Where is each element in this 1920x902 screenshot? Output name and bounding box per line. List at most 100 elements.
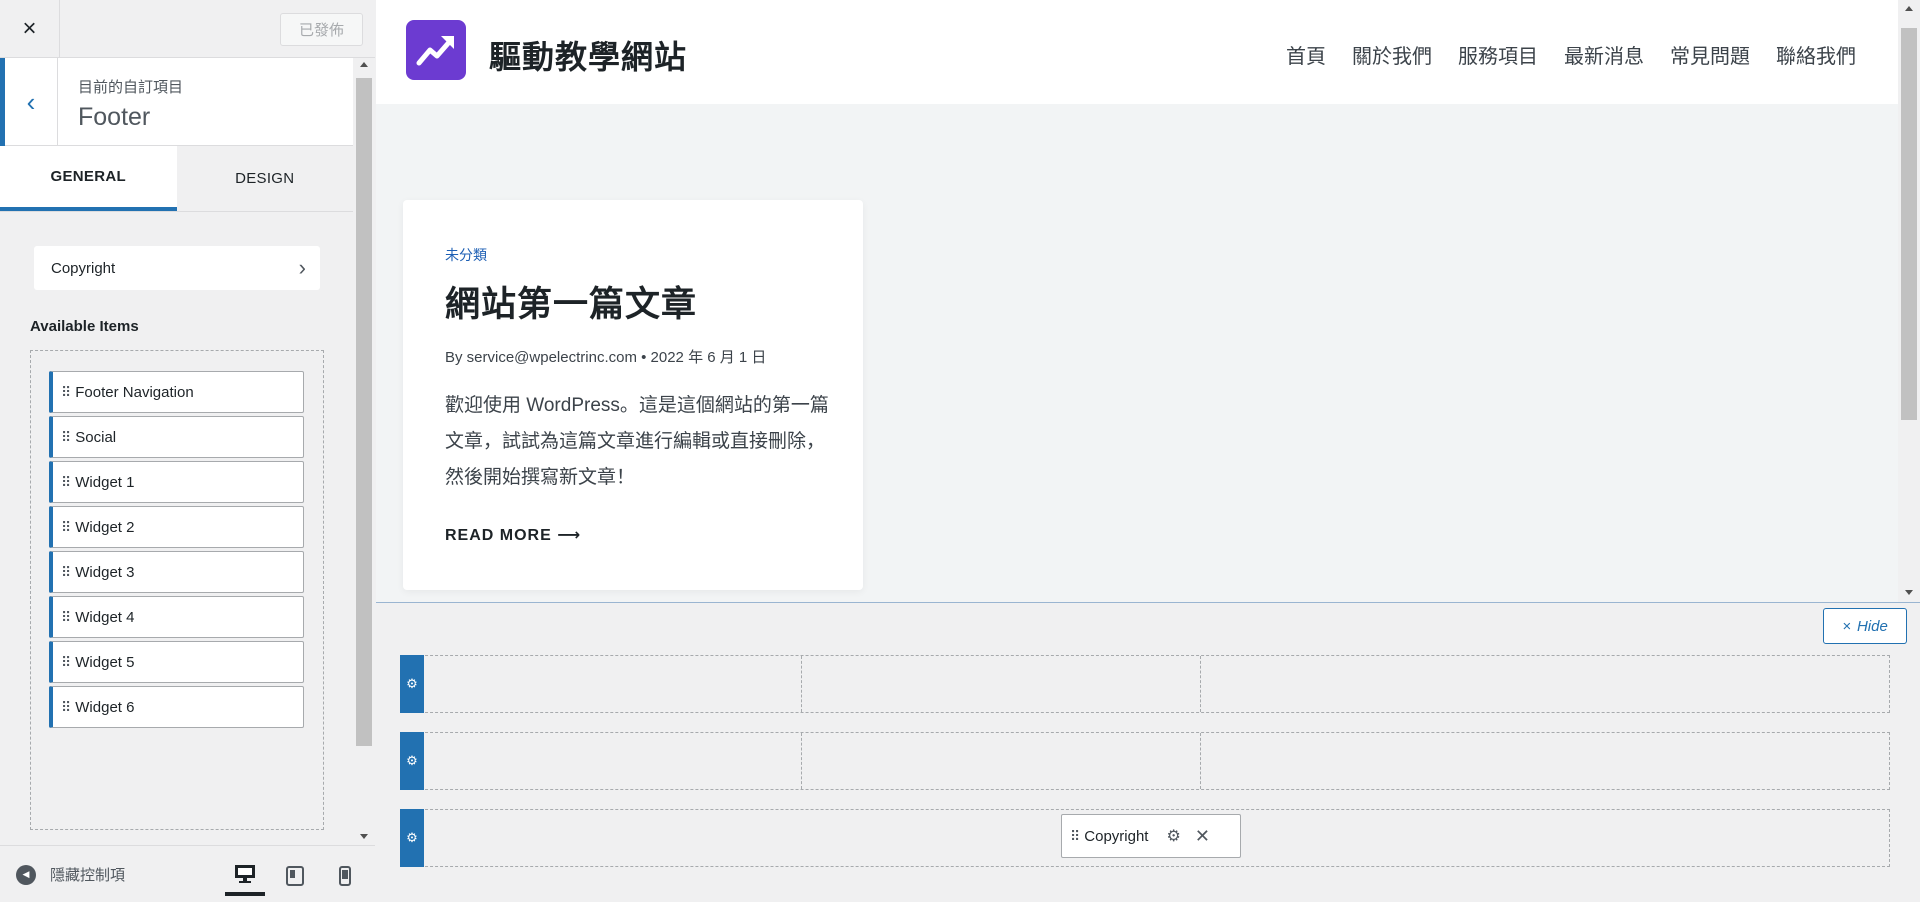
row-settings-button[interactable]: ⚙ <box>400 809 424 867</box>
desktop-icon <box>235 865 255 883</box>
drag-handle-icon: ⠿ <box>61 473 71 490</box>
panel-footer: ◀ 隱藏控制項 <box>0 845 375 902</box>
hide-controls-label: 隱藏控制項 <box>50 867 126 884</box>
available-item-widget-4[interactable]: ⠿ Widget 4 <box>49 596 304 638</box>
available-item-label: Widget 6 <box>75 698 135 716</box>
footer-column-divider <box>1200 733 1201 789</box>
gear-icon: ⚙ <box>406 753 418 768</box>
hide-builder-label: Hide <box>1856 617 1888 635</box>
available-item-label: Widget 1 <box>75 473 135 491</box>
available-item-footer-navigation[interactable]: ⠿ Footer Navigation <box>49 371 304 413</box>
footer-row-middle: ⚙ <box>400 732 1890 790</box>
site-header: 驅動教學網站 首頁 關於我們 服務項目 最新消息 常見問題 聯絡我們 <box>376 0 1920 104</box>
section-title-bar: ‹ 目前的自訂項目 Footer <box>0 58 353 146</box>
scroll-up-arrow-icon[interactable] <box>1905 6 1913 11</box>
close-customizer-button[interactable]: × <box>0 0 60 58</box>
footer-column-divider <box>801 733 802 789</box>
customizer-panel: × 已發佈 ‹ 目前的自訂項目 Footer GENERAL DESIGN Co… <box>0 0 375 902</box>
hide-builder-button[interactable]: × Hide <box>1823 608 1907 644</box>
close-icon: × <box>22 15 37 42</box>
post-excerpt: 歡迎使用 WordPress。這是這個網站的第一篇文章，試試為這篇文章進行編輯或… <box>445 395 829 488</box>
tab-design[interactable]: DESIGN <box>177 146 354 211</box>
gear-icon: ⚙ <box>406 676 418 691</box>
panel-scrollbar[interactable] <box>353 58 375 845</box>
available-item-widget-1[interactable]: ⠿ Widget 1 <box>49 461 304 503</box>
panel-header: × 已發佈 <box>0 0 375 58</box>
preview-scrollbar[interactable] <box>1898 0 1920 602</box>
available-item-widget-2[interactable]: ⠿ Widget 2 <box>49 506 304 548</box>
desktop-preview-button[interactable] <box>225 856 265 896</box>
nav-link-home[interactable]: 首頁 <box>1286 40 1326 69</box>
copyright-element-label: Copyright <box>1084 827 1149 845</box>
site-navigation: 首頁 關於我們 服務項目 最新消息 常見問題 聯絡我們 <box>1286 40 1856 69</box>
collapse-arrow-icon: ◀ <box>16 864 36 885</box>
tablet-icon <box>286 866 304 886</box>
section-name: Footer <box>78 103 151 131</box>
available-item-label: Widget 2 <box>75 518 135 536</box>
close-icon[interactable]: ✕ <box>1195 826 1210 847</box>
tablet-preview-button[interactable] <box>275 856 315 896</box>
post-meta: By service@wpelectrinc.com • 2022 年 6 月 … <box>445 349 767 366</box>
post-title[interactable]: 網站第一篇文章 <box>445 276 697 327</box>
scrollbar-thumb[interactable] <box>1901 28 1917 420</box>
row-settings-button[interactable]: ⚙ <box>400 655 424 713</box>
drag-handle-icon: ⠿ <box>61 653 71 670</box>
post-category-link[interactable]: 未分類 <box>445 245 487 265</box>
available-item-widget-3[interactable]: ⠿ Widget 3 <box>49 551 304 593</box>
drag-handle-icon: ⠿ <box>61 563 71 580</box>
available-items-list: ⠿ Footer Navigation ⠿ Social ⠿ Widget 1 … <box>30 350 324 830</box>
footer-column-divider <box>801 656 802 712</box>
nav-link-about[interactable]: 關於我們 <box>1352 40 1432 69</box>
trending-up-icon <box>416 36 454 66</box>
publish-button[interactable]: 已發佈 <box>280 13 363 46</box>
footer-row-top: ⚙ <box>400 655 1890 713</box>
copyright-setting-label: Copyright <box>51 259 116 277</box>
tab-general[interactable]: GENERAL <box>0 146 177 211</box>
scroll-down-arrow-icon[interactable] <box>1905 590 1913 595</box>
available-item-label: Footer Navigation <box>75 383 194 401</box>
row-settings-button[interactable]: ⚙ <box>400 732 424 790</box>
scroll-down-arrow-icon[interactable] <box>360 834 368 839</box>
available-item-label: Widget 3 <box>75 563 135 581</box>
nav-link-contact[interactable]: 聯絡我們 <box>1776 40 1856 69</box>
available-item-social[interactable]: ⠿ Social <box>49 416 304 458</box>
site-preview: 驅動教學網站 首頁 關於我們 服務項目 最新消息 常見問題 聯絡我們 未分類 網… <box>376 0 1920 902</box>
drag-handle-icon: ⠿ <box>61 428 71 445</box>
panel-tabs: GENERAL DESIGN <box>0 146 353 212</box>
footer-row-bottom: ⚙ ⠿ Copyright ⚙ ✕ <box>400 809 1890 867</box>
available-items-heading: Available Items <box>30 318 139 335</box>
chevron-left-icon: ‹ <box>26 86 36 117</box>
footer-column-divider <box>1200 656 1201 712</box>
nav-link-services[interactable]: 服務項目 <box>1458 40 1538 69</box>
back-button[interactable]: ‹ <box>0 58 58 146</box>
drag-handle-icon: ⠿ <box>61 608 71 625</box>
available-item-widget-6[interactable]: ⠿ Widget 6 <box>49 686 304 728</box>
copyright-setting-item[interactable]: Copyright › <box>34 246 320 290</box>
nav-link-news[interactable]: 最新消息 <box>1564 40 1644 69</box>
post-card: 未分類 網站第一篇文章 By service@wpelectrinc.com •… <box>403 200 863 590</box>
read-more-link[interactable]: READ MORE ⟶ <box>445 525 581 545</box>
available-item-label: Widget 5 <box>75 653 135 671</box>
chevron-right-icon: › <box>298 255 306 280</box>
hide-controls-button[interactable]: ◀ 隱藏控制項 <box>16 864 125 885</box>
available-item-widget-5[interactable]: ⠿ Widget 5 <box>49 641 304 683</box>
site-title[interactable]: 驅動教學網站 <box>489 32 687 78</box>
available-item-label: Social <box>75 428 117 446</box>
drag-handle-icon: ⠿ <box>1070 827 1080 844</box>
nav-link-faq[interactable]: 常見問題 <box>1670 40 1750 69</box>
site-logo[interactable] <box>406 20 466 80</box>
scroll-up-arrow-icon[interactable] <box>360 62 368 67</box>
mobile-icon <box>339 866 351 886</box>
footer-builder: × Hide ⚙ ⚙ ⚙ ⠿ Copyright ⚙ ✕ <box>376 602 1920 902</box>
drag-handle-icon: ⠿ <box>61 518 71 535</box>
section-subtitle: 目前的自訂項目 <box>78 79 184 96</box>
close-icon: × <box>1842 617 1851 635</box>
copyright-element[interactable]: ⠿ Copyright ⚙ ✕ <box>1061 814 1241 858</box>
gear-icon: ⚙ <box>406 830 418 845</box>
drag-handle-icon: ⠿ <box>61 383 71 400</box>
available-item-label: Widget 4 <box>75 608 135 626</box>
mobile-preview-button[interactable] <box>325 856 365 896</box>
scrollbar-thumb[interactable] <box>356 78 372 746</box>
drag-handle-icon: ⠿ <box>61 698 71 715</box>
gear-icon[interactable]: ⚙ <box>1166 826 1180 846</box>
